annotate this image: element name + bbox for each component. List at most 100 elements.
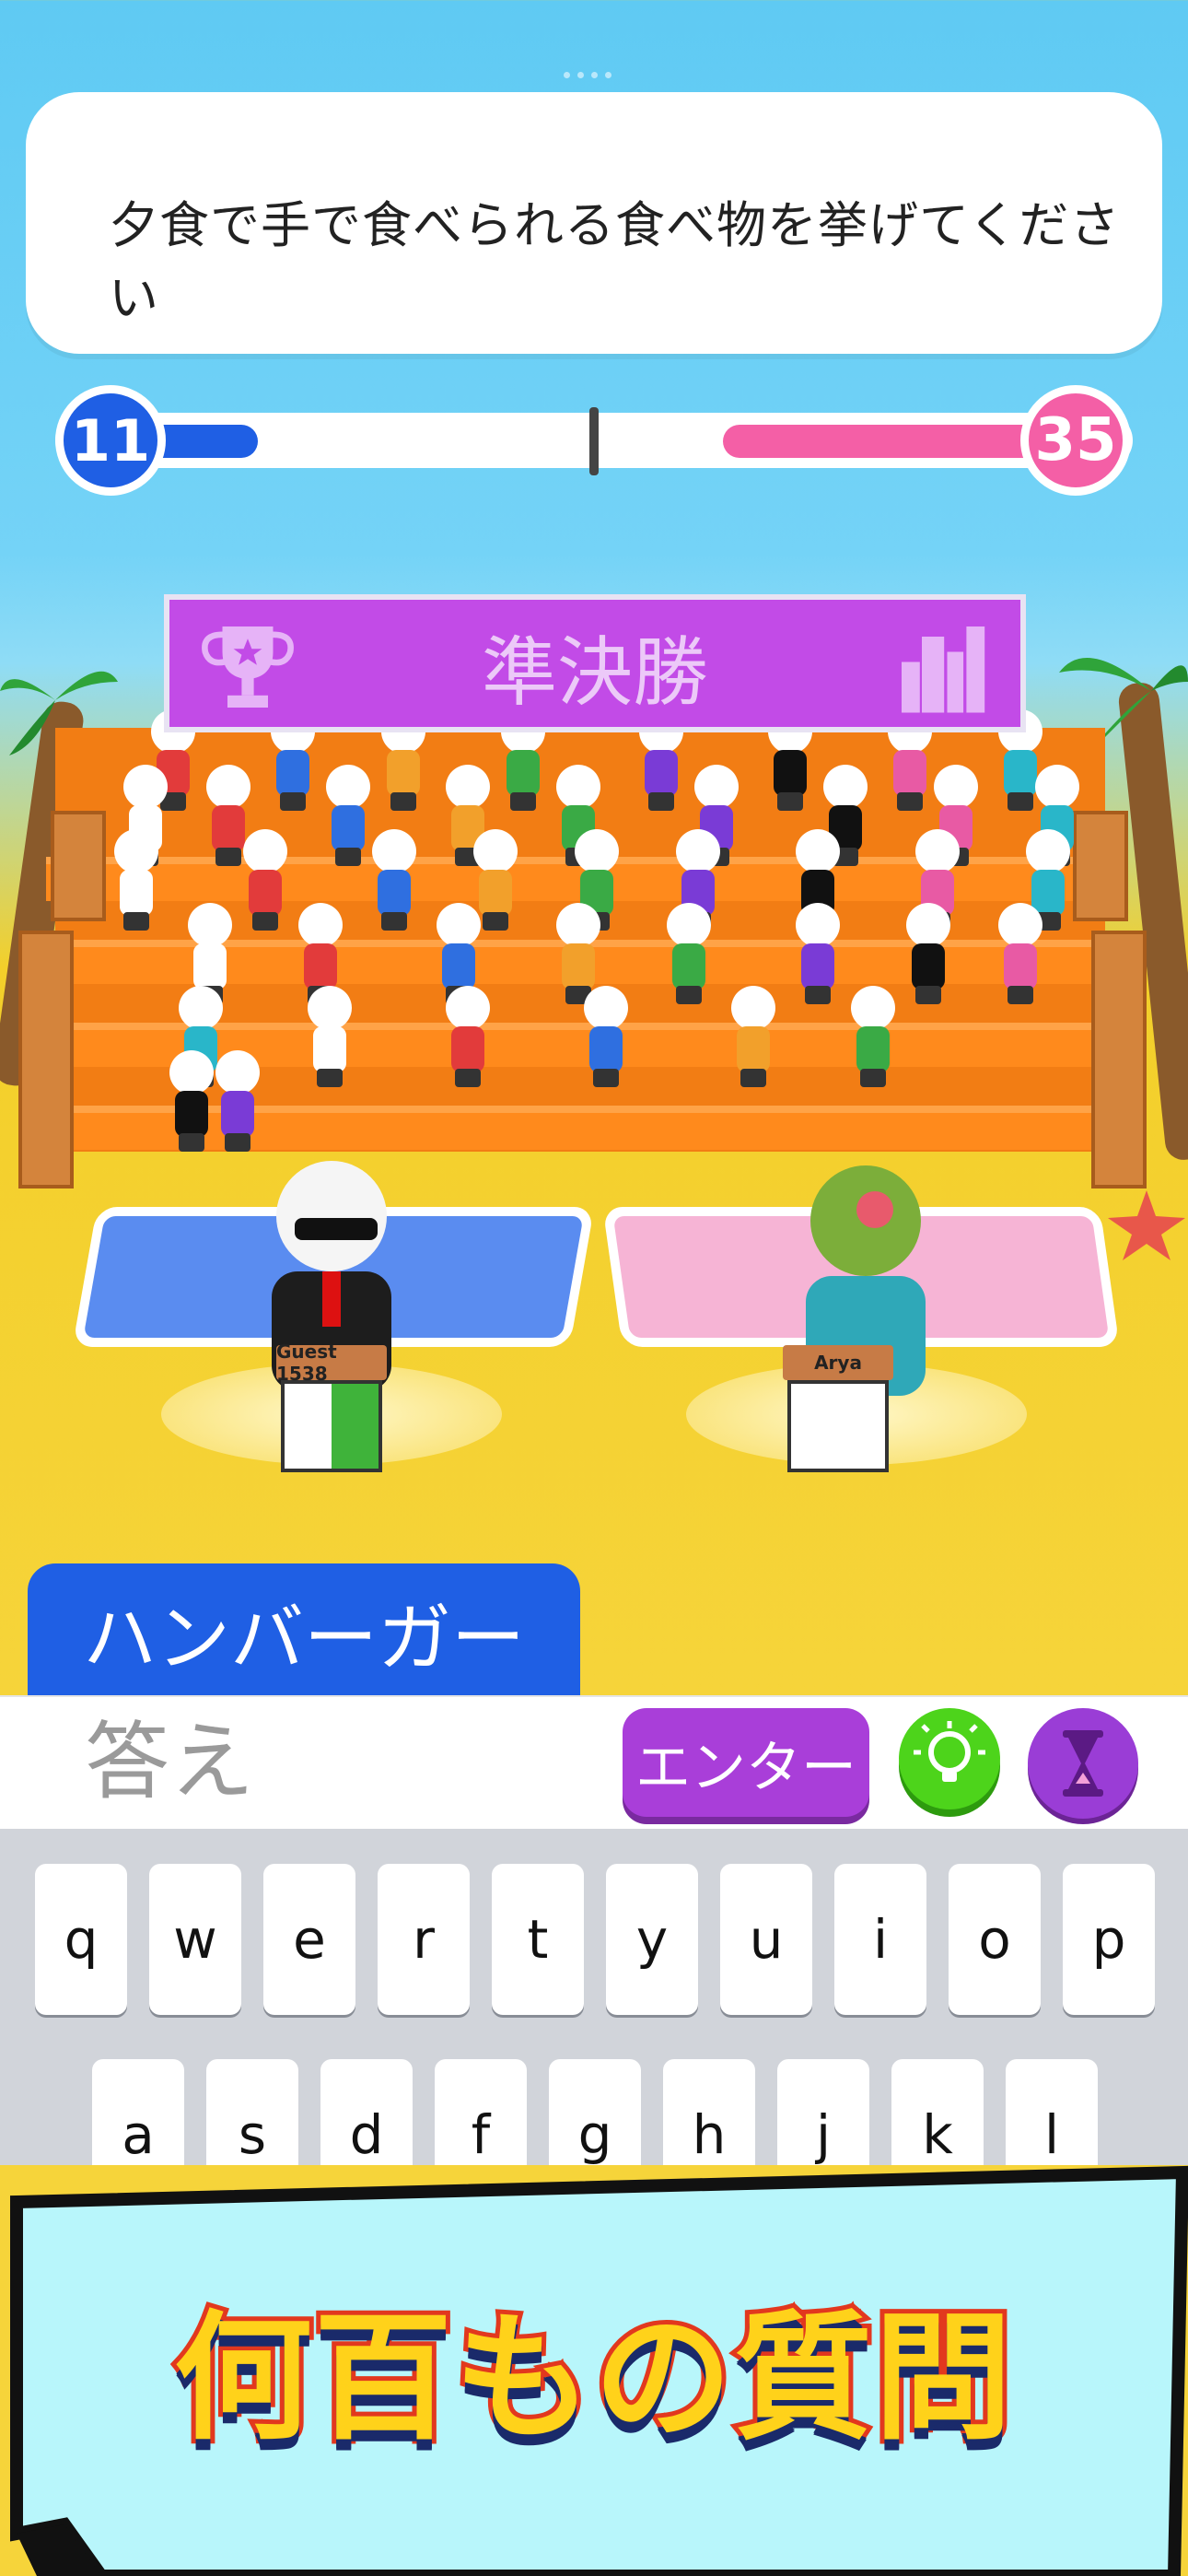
crowd-body (276, 750, 309, 796)
crowd-body (332, 805, 365, 851)
crowd-head (1035, 765, 1079, 809)
hint-button[interactable] (899, 1708, 1000, 1809)
key-i[interactable]: i (834, 1864, 926, 2015)
crowd-head (906, 903, 950, 947)
timer-button[interactable] (1028, 1708, 1138, 1819)
crowd-head (676, 829, 720, 873)
crowd-body (856, 1026, 890, 1072)
crowd-head (796, 829, 840, 873)
answer-input[interactable] (83, 1706, 565, 1817)
crowd-body (562, 943, 595, 989)
key-e[interactable]: e (263, 1864, 355, 2015)
crowd-member (368, 829, 420, 931)
crowd-legs (897, 792, 923, 811)
crowd-head (114, 829, 158, 873)
crowd-head (308, 986, 352, 1030)
crowd-body (645, 750, 678, 796)
crowd-legs (593, 1069, 619, 1087)
crowd-legs (123, 912, 149, 931)
crowd-legs (215, 848, 241, 866)
key-q[interactable]: q (35, 1864, 127, 2015)
top-handle[interactable] (564, 64, 624, 78)
hourglass-icon (1063, 1730, 1103, 1797)
key-u[interactable]: u (720, 1864, 812, 2015)
crowd-legs (777, 792, 803, 811)
enter-button[interactable]: エンター (623, 1708, 869, 1817)
crowd-head (206, 765, 250, 809)
crowd-head (731, 986, 775, 1030)
crowd-body (801, 943, 834, 989)
crowd-body (589, 1026, 623, 1072)
starfish-icon (1108, 1190, 1185, 1260)
crowd-legs (455, 1069, 481, 1087)
question-text: 夕食で手で食べられる食べ物を挙げてください (109, 196, 1121, 327)
promo-title: 何百もの質問 (169, 2294, 1017, 2464)
crowd-head (326, 765, 370, 809)
crowd-body (442, 943, 475, 989)
crowd-head (169, 1050, 214, 1095)
crowd-legs (510, 792, 536, 811)
crowd-body (249, 870, 282, 916)
crowd-legs (179, 1133, 204, 1152)
crowd-body (304, 943, 337, 989)
crowd-member (442, 986, 494, 1087)
crowd-member (304, 986, 355, 1087)
crowd-body (120, 870, 153, 916)
wood-post (18, 931, 74, 1188)
crowd-head (934, 765, 978, 809)
crowd-body (221, 1091, 254, 1137)
answer-input-bar: エンター (0, 1695, 1188, 1831)
crowd-head (575, 829, 619, 873)
player-left-name: Guest 1538 (276, 1341, 387, 1385)
crowd-member (166, 1050, 217, 1152)
score-midline (589, 407, 599, 475)
crowd-head (796, 903, 840, 947)
crowd-head (823, 765, 868, 809)
crowd-legs (252, 912, 278, 931)
crowd-body (774, 750, 807, 796)
crowd-head (694, 765, 739, 809)
crowd-head (667, 903, 711, 947)
crowd-head (123, 765, 168, 809)
crowd-head (915, 829, 960, 873)
crowd-head (372, 829, 416, 873)
question-card: 夕食で手で食べられる食べ物を挙げてください (26, 92, 1162, 354)
crowd-member (792, 903, 844, 1004)
crowd-body (193, 943, 227, 989)
key-p[interactable]: p (1063, 1864, 1155, 2015)
crowd-legs (335, 848, 361, 866)
crowd-body (737, 1026, 770, 1072)
crowd-member (111, 829, 162, 931)
crowd-legs (648, 792, 674, 811)
crowd-legs (1007, 986, 1033, 1004)
crowd-body (507, 750, 540, 796)
crowd-member (322, 765, 374, 866)
crowd-legs (805, 986, 831, 1004)
crowd-head (556, 903, 600, 947)
crowd-member (903, 903, 954, 1004)
crowd-body (672, 943, 705, 989)
pink-score-badge: 35 (1020, 385, 1131, 496)
crowd-legs (381, 912, 407, 931)
round-banner: 準決勝 (164, 594, 1026, 732)
crowd-legs (860, 1069, 886, 1087)
city-icon (902, 626, 985, 713)
crowd-body (451, 1026, 484, 1072)
key-w[interactable]: w (149, 1864, 241, 2015)
lightbulb-icon (914, 1721, 985, 1782)
crowd-legs (280, 792, 306, 811)
crowd-head (473, 829, 518, 873)
crowd-head (998, 903, 1042, 947)
key-o[interactable]: o (949, 1864, 1041, 2015)
key-r[interactable]: r (378, 1864, 470, 2015)
crowd-member (580, 986, 632, 1087)
key-t[interactable]: t (492, 1864, 584, 2015)
submitted-answer: ハンバーガー (28, 1563, 580, 1702)
crowd-head (188, 903, 232, 947)
crowd-head (584, 986, 628, 1030)
crowd-head (215, 1050, 260, 1095)
key-y[interactable]: y (606, 1864, 698, 2015)
crowd-member (663, 903, 715, 1004)
crowd-head (556, 765, 600, 809)
crowd-body (378, 870, 411, 916)
